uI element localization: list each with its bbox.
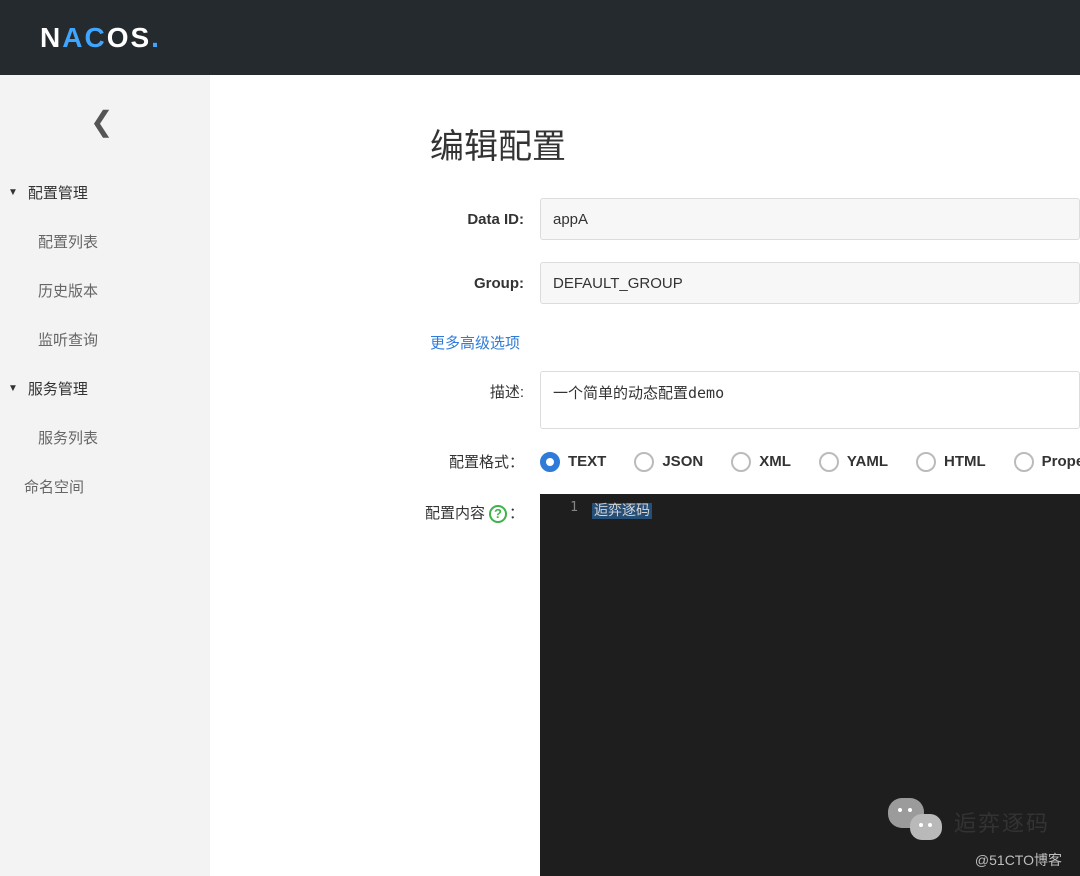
- format-option-label: YAML: [847, 453, 888, 470]
- data-id-label: Data ID:: [210, 211, 540, 228]
- sidebar-item-namespace[interactable]: 命名空间: [0, 462, 210, 511]
- format-option-xml[interactable]: XML: [731, 452, 791, 472]
- watermark-text: @51CTO博客: [975, 850, 1062, 870]
- description-input[interactable]: 一个简单的动态配置demo: [540, 371, 1080, 429]
- logo-os: OS: [107, 22, 151, 53]
- group-label: Group:: [210, 275, 540, 292]
- field-description: 描述: 一个简单的动态配置demo: [210, 371, 1080, 429]
- sidebar: ❮ ▼ 配置管理 配置列表 历史版本 监听查询 ▼ 服务管理 服务列表 命名空间: [0, 75, 210, 876]
- wechat-text: 逅弈逐码: [954, 806, 1050, 838]
- format-option-label: TEXT: [568, 453, 606, 470]
- logo-ac: AC: [62, 22, 106, 53]
- caret-down-icon: ▼: [8, 383, 18, 394]
- sidebar-group-label: 服务管理: [28, 378, 88, 399]
- field-group: Group:: [210, 262, 1080, 304]
- radio-icon: [1014, 452, 1034, 472]
- sidebar-item-config-list[interactable]: 配置列表: [0, 217, 210, 266]
- format-radio-group: TEXT JSON XML YAML HTML Properties: [540, 452, 1080, 472]
- advanced-options-link[interactable]: 更多高级选项: [210, 326, 1080, 371]
- sidebar-group-service[interactable]: ▼ 服务管理: [0, 364, 210, 413]
- top-header: NACOS.: [0, 0, 1080, 75]
- logo-dot: .: [151, 22, 161, 53]
- line-number: 1: [540, 494, 588, 515]
- sidebar-item-history[interactable]: 历史版本: [0, 266, 210, 315]
- data-id-input[interactable]: [540, 198, 1080, 240]
- logo-n: N: [40, 22, 62, 53]
- page-title: 编辑配置: [430, 99, 1080, 198]
- editor-content[interactable]: 逅弈逐码: [592, 500, 652, 520]
- main-content: 编辑配置 Data ID: Group: 更多高级选项 描述: 一个简单的动态配…: [210, 75, 1080, 876]
- format-option-yaml[interactable]: YAML: [819, 452, 888, 472]
- body: ❮ ▼ 配置管理 配置列表 历史版本 监听查询 ▼ 服务管理 服务列表 命名空间…: [0, 75, 1080, 876]
- wechat-icon: [888, 798, 944, 846]
- content-colon: ：: [509, 505, 524, 522]
- format-option-label: Properties: [1042, 453, 1080, 470]
- description-label: 描述:: [210, 371, 540, 402]
- radio-icon: [819, 452, 839, 472]
- help-icon[interactable]: ?: [489, 505, 507, 523]
- wechat-watermark-badge: 逅弈逐码: [888, 798, 1050, 846]
- sidebar-group-config[interactable]: ▼ 配置管理: [0, 168, 210, 217]
- caret-down-icon: ▼: [8, 187, 18, 198]
- format-option-label: JSON: [662, 453, 703, 470]
- collapse-icon[interactable]: ❮: [90, 105, 110, 138]
- format-option-html[interactable]: HTML: [916, 452, 986, 472]
- format-option-json[interactable]: JSON: [634, 452, 703, 472]
- field-data-id: Data ID:: [210, 198, 1080, 240]
- content-label: 配置内容?：: [210, 494, 540, 523]
- radio-icon: [634, 452, 654, 472]
- radio-icon: [916, 452, 936, 472]
- sidebar-group-label: 配置管理: [28, 182, 88, 203]
- sidebar-item-listener[interactable]: 监听查询: [0, 315, 210, 364]
- editor-gutter: 1: [540, 494, 588, 876]
- format-label: 配置格式：: [210, 451, 540, 472]
- field-format: 配置格式： TEXT JSON XML YAML HTML Properties: [210, 451, 1080, 472]
- group-input[interactable]: [540, 262, 1080, 304]
- radio-icon: [731, 452, 751, 472]
- format-option-label: HTML: [944, 453, 986, 470]
- format-option-properties[interactable]: Properties: [1014, 452, 1080, 472]
- radio-selected-icon: [540, 452, 560, 472]
- editor-text-line: 逅弈逐码: [592, 503, 652, 519]
- content-label-text: 配置内容: [425, 505, 485, 522]
- format-option-text[interactable]: TEXT: [540, 452, 606, 472]
- format-option-label: XML: [759, 453, 791, 470]
- nacos-logo: NACOS.: [40, 22, 161, 54]
- sidebar-item-service-list[interactable]: 服务列表: [0, 413, 210, 462]
